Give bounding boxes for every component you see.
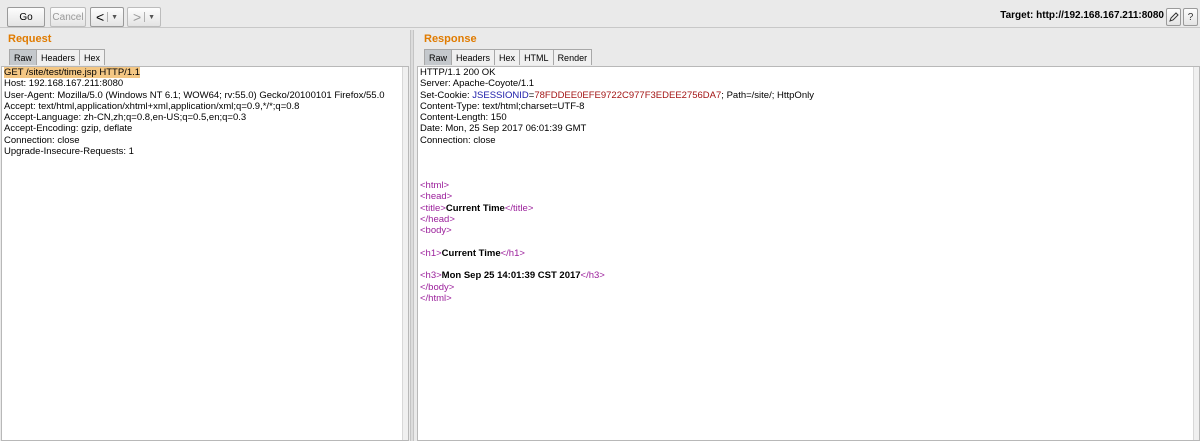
html-tag: <title> <box>420 202 446 214</box>
request-header-line: Connection: close <box>4 134 80 146</box>
target-label: Target: http://192.168.167.211:8080 <box>1000 10 1164 21</box>
edit-target-button[interactable] <box>1166 8 1181 26</box>
response-editor[interactable]: HTTP/1.1 200 OK Server: Apache-Coyote/1.… <box>417 66 1200 441</box>
request-panel-title: Request <box>8 33 52 45</box>
html-line: <head> <box>418 191 1199 202</box>
request-header-line: Accept-Language: zh-CN,zh;q=0.8,en-US;q=… <box>4 112 247 124</box>
pencil-icon <box>1168 12 1179 22</box>
divider <box>144 12 146 22</box>
html-tag: <head> <box>420 191 453 203</box>
html-line: <h1>Current Time</h1> <box>418 248 1199 259</box>
html-tag: <h3> <box>420 270 442 282</box>
toolbar: Go Cancel < ▼ > ▼ Target: http://192.168… <box>0 0 1200 30</box>
set-cookie-line: Set-Cookie: JSESSIONID=78FDDEE0EFE9722C9… <box>418 90 1199 101</box>
cookie-name: JSESSIONID <box>472 89 529 101</box>
request-editor[interactable]: GET /site/test/time.jsp HTTP/1.1 Host: 1… <box>1 66 409 441</box>
request-header-line: User-Agent: Mozilla/5.0 (Windows NT 6.1;… <box>4 89 385 101</box>
request-line: GET /site/test/time.jsp HTTP/1.1 <box>2 67 408 78</box>
request-header-line: Accept-Encoding: gzip, deflate <box>4 123 133 135</box>
request-line-highlight: GET /site/test/time.jsp HTTP/1.1 <box>4 67 141 78</box>
chevron-down-icon[interactable]: ▼ <box>111 14 118 21</box>
html-tag: </html> <box>420 292 452 304</box>
response-scrollbar[interactable] <box>1193 67 1199 440</box>
response-tabs: Raw Headers Hex HTML Render <box>424 49 593 65</box>
response-header-line: Server: Apache-Coyote/1.1 <box>420 78 535 90</box>
go-button[interactable]: Go <box>7 7 45 27</box>
forward-button[interactable]: > ▼ <box>127 7 161 27</box>
tab-request-hex[interactable]: Hex <box>79 49 106 65</box>
tab-response-hex[interactable]: Hex <box>494 49 521 65</box>
request-header-line: Accept: text/html,application/xhtml+xml,… <box>4 100 300 112</box>
request-tabs: Raw Headers Hex <box>9 49 106 65</box>
html-line: <body> <box>418 225 1199 236</box>
html-line: <html> <box>418 180 1199 191</box>
html-tag: </h1> <box>500 247 525 259</box>
html-line: <title>Current Time</title> <box>418 203 1199 214</box>
question-icon: ? <box>1187 11 1194 23</box>
html-line: </html> <box>418 293 1199 304</box>
chevron-down-icon[interactable]: ▼ <box>148 14 155 21</box>
html-tag: <h1> <box>420 247 442 259</box>
forward-arrow-icon: > <box>132 9 142 25</box>
split-pane-divider[interactable] <box>410 30 414 441</box>
response-header-line: Date: Mon, 25 Sep 2017 06:01:39 GMT <box>420 123 587 135</box>
html-text: Current Time <box>445 202 505 214</box>
html-tag: <body> <box>420 225 452 237</box>
set-cookie-prefix: Set-Cookie: <box>420 89 473 101</box>
response-header-line: Content-Length: 150 <box>420 112 507 124</box>
cancel-button[interactable]: Cancel <box>50 7 86 27</box>
tab-response-render[interactable]: Render <box>552 49 593 65</box>
tab-request-headers[interactable]: Headers <box>36 49 81 65</box>
response-panel-title: Response <box>424 33 477 45</box>
request-header-line: Host: 192.168.167.211:8080 <box>4 78 124 90</box>
html-text: Mon Sep 25 14:01:39 CST 2017 <box>441 270 581 282</box>
html-tag: </body> <box>420 281 455 293</box>
response-header-line: Content-Type: text/html;charset=UTF-8 <box>420 100 585 112</box>
html-line: </head> <box>418 214 1199 225</box>
tab-request-raw[interactable]: Raw <box>9 49 38 65</box>
request-header-line: Upgrade-Insecure-Requests: 1 <box>4 146 134 158</box>
html-text: Current Time <box>441 247 501 259</box>
cookie-value: 78FDDEE0EFE9722C977F3EDEE2756DA7 <box>534 89 722 101</box>
cookie-attributes: ; Path=/site/; HttpOnly <box>721 89 814 101</box>
html-tag: </h3> <box>580 270 605 282</box>
html-line: </body> <box>418 282 1199 293</box>
tab-response-raw[interactable]: Raw <box>424 49 453 65</box>
request-scrollbar[interactable] <box>402 67 408 440</box>
tab-response-html[interactable]: HTML <box>519 49 554 65</box>
response-header-line: Connection: close <box>420 134 496 146</box>
html-tag: <html> <box>420 179 450 191</box>
help-button[interactable]: ? <box>1183 8 1198 26</box>
back-button[interactable]: < ▼ <box>90 7 124 27</box>
response-status-line: HTTP/1.1 200 OK <box>420 67 496 78</box>
html-line: <h3>Mon Sep 25 14:01:39 CST 2017</h3> <box>418 270 1199 281</box>
html-tag: </title> <box>504 202 534 214</box>
tab-response-headers[interactable]: Headers <box>451 49 496 65</box>
html-tag: </head> <box>420 213 455 225</box>
divider <box>107 12 109 22</box>
back-arrow-icon: < <box>95 9 105 25</box>
toolbar-divider <box>0 27 1200 28</box>
